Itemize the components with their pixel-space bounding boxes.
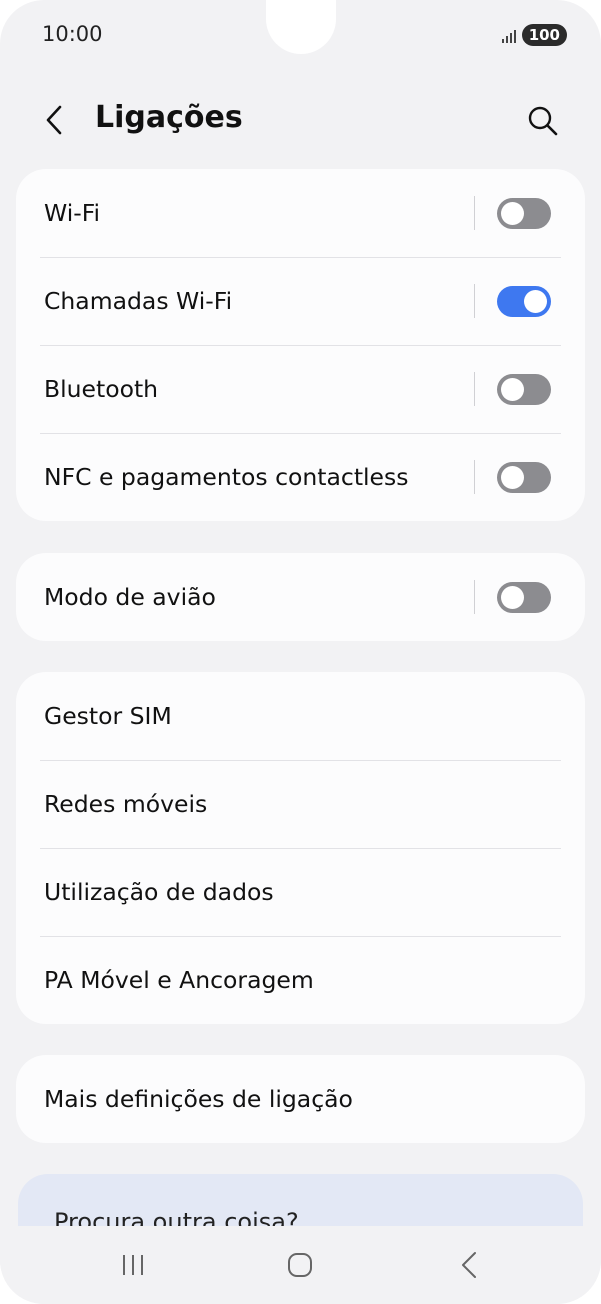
nfc-toggle[interactable] xyxy=(497,462,551,493)
setting-row-more-connection-settings[interactable]: Mais definições de ligação xyxy=(16,1055,585,1143)
setting-label: Gestor SIM xyxy=(44,702,172,730)
setting-row-mobile-networks[interactable]: Redes móveis xyxy=(16,760,585,848)
wifi-calling-toggle[interactable] xyxy=(497,286,551,317)
setting-row-wifi-calling[interactable]: Chamadas Wi-Fi xyxy=(16,257,585,345)
setting-row-bluetooth[interactable]: Bluetooth xyxy=(16,345,585,433)
navigation-bar xyxy=(0,1226,601,1304)
app-header: Ligações xyxy=(0,86,601,154)
setting-row-airplane-mode[interactable]: Modo de avião xyxy=(16,553,585,641)
page-title: Ligações xyxy=(95,100,243,135)
setting-label: PA Móvel e Ancoragem xyxy=(44,966,314,994)
status-bar: 10:00 100 xyxy=(0,0,601,70)
setting-label: Wi-Fi xyxy=(44,199,101,227)
setting-label: Modo de avião xyxy=(44,583,216,611)
bluetooth-toggle[interactable] xyxy=(497,374,551,405)
divider xyxy=(474,580,475,614)
nav-recents-icon[interactable] xyxy=(120,1252,146,1278)
setting-row-wifi[interactable]: Wi-Fi xyxy=(16,169,585,257)
back-icon[interactable] xyxy=(40,104,70,136)
setting-label: Redes móveis xyxy=(44,790,208,818)
setting-row-nfc[interactable]: NFC e pagamentos contactless xyxy=(16,433,585,521)
more-settings-card: Mais definições de ligação xyxy=(16,1055,585,1143)
setting-row-data-usage[interactable]: Utilização de dados xyxy=(16,848,585,936)
divider xyxy=(474,460,475,494)
status-icons: 100 xyxy=(501,24,567,46)
nav-home-icon[interactable] xyxy=(287,1252,313,1278)
signal-icon xyxy=(501,27,516,43)
setting-label: NFC e pagamentos contactless xyxy=(44,463,409,491)
setting-label: Chamadas Wi-Fi xyxy=(44,287,233,315)
divider xyxy=(474,284,475,318)
divider xyxy=(474,196,475,230)
setting-label: Bluetooth xyxy=(44,375,159,403)
nav-back-icon[interactable] xyxy=(458,1250,480,1280)
airplane-mode-toggle[interactable] xyxy=(497,582,551,613)
setting-label: Mais definições de ligação xyxy=(44,1085,353,1113)
airplane-card: Modo de avião xyxy=(16,553,585,641)
search-icon[interactable] xyxy=(526,104,560,138)
battery-badge: 100 xyxy=(521,24,567,46)
wifi-toggle[interactable] xyxy=(497,198,551,229)
setting-row-hotspot-tethering[interactable]: PA Móvel e Ancoragem xyxy=(16,936,585,1024)
setting-label: Utilização de dados xyxy=(44,878,274,906)
setting-row-sim-manager[interactable]: Gestor SIM xyxy=(16,672,585,760)
status-time: 10:00 xyxy=(42,22,103,46)
phone-screen: 10:00 100 Ligações Wi-Fi Chamadas Wi-Fi xyxy=(0,0,601,1304)
network-card: Gestor SIM Redes móveis Utilização de da… xyxy=(16,672,585,1024)
divider xyxy=(474,372,475,406)
connections-card: Wi-Fi Chamadas Wi-Fi Bluetooth NFC e pag… xyxy=(16,169,585,521)
